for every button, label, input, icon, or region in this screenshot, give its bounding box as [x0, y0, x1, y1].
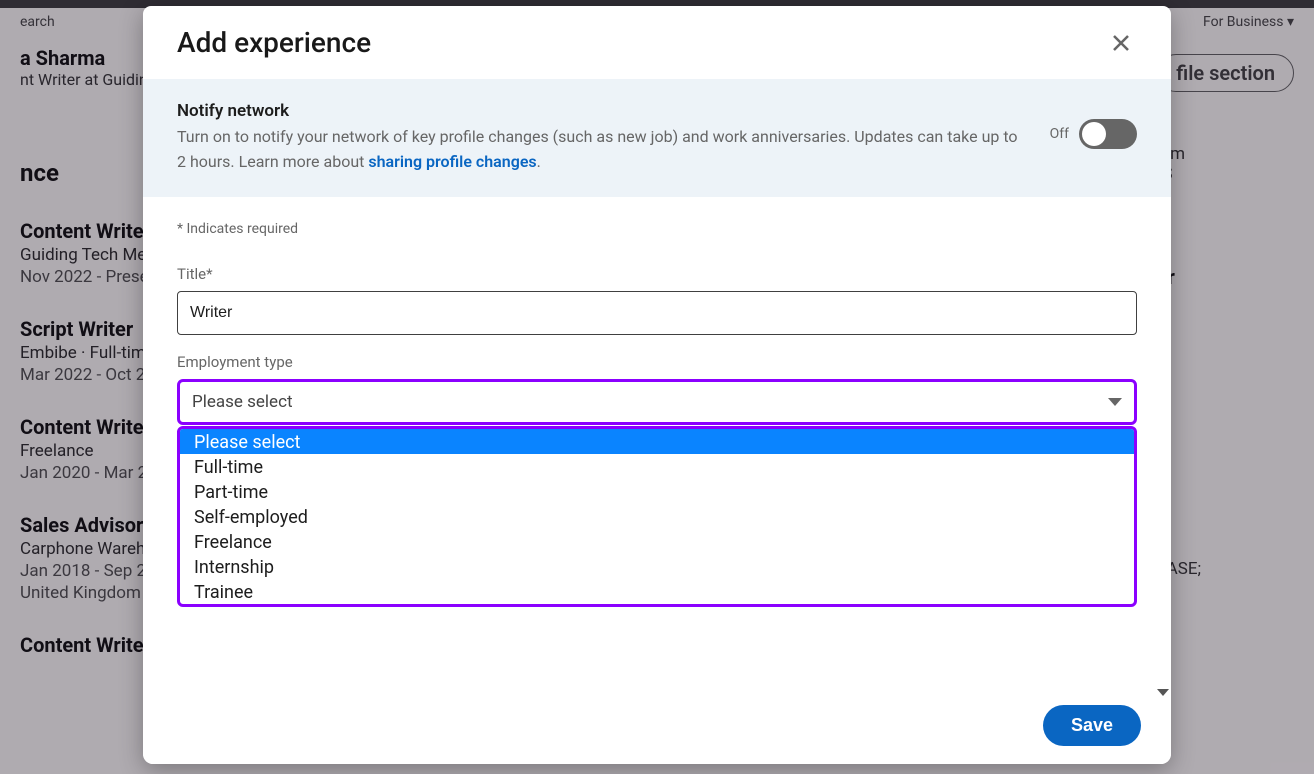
- notify-desc-pre: Turn on to notify your network of key pr…: [177, 127, 1018, 171]
- title-input[interactable]: [177, 291, 1137, 335]
- employment-option[interactable]: Please select: [180, 429, 1134, 454]
- notify-description: Turn on to notify your network of key pr…: [177, 125, 1026, 175]
- employment-type-selected: Please select: [192, 392, 293, 412]
- employment-option[interactable]: Self-employed: [180, 504, 1134, 529]
- modal-footer: Save: [143, 687, 1171, 764]
- employment-type-label: Employment type: [177, 353, 1137, 371]
- notify-network-box: Notify network Turn on to notify your ne…: [143, 79, 1171, 197]
- close-icon: [1109, 31, 1133, 55]
- notify-desc-post: .: [537, 152, 541, 171]
- modal-body-scroll[interactable]: Notify network Turn on to notify your ne…: [143, 79, 1171, 687]
- employment-option[interactable]: Full-time: [180, 454, 1134, 479]
- title-label: Title*: [177, 265, 1137, 283]
- employment-type-select[interactable]: Please select: [177, 379, 1137, 425]
- modal-overlay: Add experience Notify network Turn on to…: [0, 0, 1314, 774]
- employment-option[interactable]: Freelance: [180, 529, 1134, 554]
- employment-option[interactable]: Trainee: [180, 579, 1134, 604]
- toggle-state-label: Off: [1050, 126, 1069, 142]
- employment-option[interactable]: Internship: [180, 554, 1134, 579]
- employment-type-dropdown: Please selectFull-timePart-timeSelf-empl…: [177, 426, 1137, 607]
- modal-title: Add experience: [177, 26, 371, 59]
- employment-option[interactable]: Part-time: [180, 479, 1134, 504]
- add-experience-modal: Add experience Notify network Turn on to…: [143, 6, 1171, 764]
- notify-toggle[interactable]: [1079, 119, 1137, 149]
- save-button[interactable]: Save: [1043, 705, 1141, 746]
- chevron-down-icon: [1108, 398, 1122, 406]
- scroll-down-icon: [1157, 689, 1169, 696]
- close-button[interactable]: [1105, 27, 1137, 59]
- sharing-profile-changes-link[interactable]: sharing profile changes: [368, 152, 536, 171]
- notify-title: Notify network: [177, 101, 1026, 121]
- modal-header: Add experience: [143, 6, 1171, 79]
- required-indicator: * Indicates required: [177, 221, 1137, 237]
